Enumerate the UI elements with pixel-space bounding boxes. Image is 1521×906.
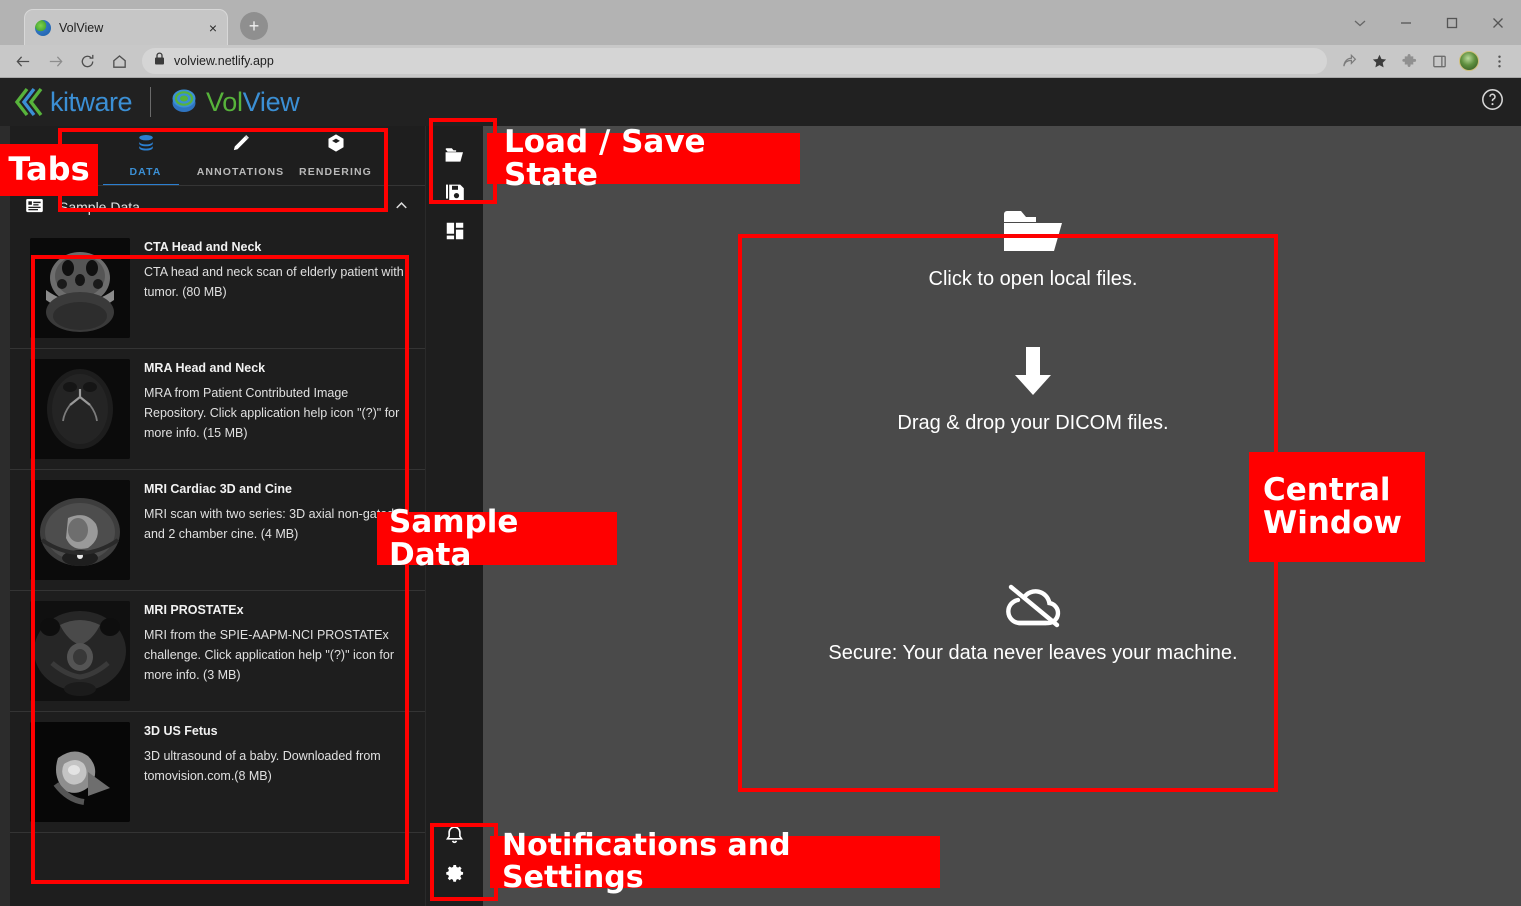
sample-description: MRI from the SPIE-AAPM-NCI PROSTATEx cha… xyxy=(144,628,394,682)
open-local-files-action[interactable]: Click to open local files. xyxy=(928,205,1138,291)
close-window-icon[interactable] xyxy=(1475,0,1521,45)
panel-edge-strip xyxy=(0,126,10,906)
browser-titlebar: VolView × + xyxy=(0,0,1521,45)
chevron-up-icon[interactable] xyxy=(392,196,411,218)
lock-icon xyxy=(154,52,165,70)
database-icon xyxy=(135,132,157,159)
list-item[interactable]: MRA Head and Neck MRA from Patient Contr… xyxy=(10,349,425,470)
mri-prostate-axial-thumbnail xyxy=(30,601,130,701)
browser-toolbar: volview.netlify.app xyxy=(0,45,1521,78)
minimize-icon[interactable] xyxy=(1383,0,1429,45)
layout-grid-button[interactable] xyxy=(433,212,477,250)
forward-icon[interactable] xyxy=(40,47,70,75)
bookmark-star-icon[interactable] xyxy=(1365,47,1393,75)
annotation-label-load-save: Load / Save State xyxy=(487,125,800,191)
app-header: kitware VolView xyxy=(0,78,1521,126)
window-controls xyxy=(1337,0,1521,45)
annotation-label-tabs: Tabs xyxy=(0,144,98,196)
side-panel-icon[interactable] xyxy=(1425,47,1453,75)
sample-name: CTA Head and Neck xyxy=(144,240,262,254)
browser-tab-title: VolView xyxy=(59,20,104,35)
ct-head-axial-thumbnail xyxy=(30,238,130,338)
save-state-button[interactable] xyxy=(433,174,477,212)
sample-description: CTA head and neck scan of elderly patien… xyxy=(144,265,404,299)
browser-tab[interactable]: VolView × xyxy=(24,9,228,45)
sample-description: MRA from Patient Contributed Image Repos… xyxy=(144,386,400,440)
settings-button[interactable] xyxy=(433,854,477,892)
address-bar-url: volview.netlify.app xyxy=(174,54,274,68)
volview-wordmark-vol: Vol xyxy=(206,86,243,117)
secure-text: Secure: Your data never leaves your mach… xyxy=(828,642,1238,664)
annotation-label-central-window-text: Central Window xyxy=(1263,472,1403,541)
cloud-off-icon xyxy=(999,581,1067,634)
tab-data[interactable]: DATA xyxy=(98,132,193,186)
cube-icon xyxy=(325,132,347,159)
list-item[interactable]: MRI PROSTATEx MRI from the SPIE-AAPM-NCI… xyxy=(10,591,425,712)
sample-data-title: Sample Data xyxy=(59,199,140,215)
maximize-icon[interactable] xyxy=(1429,0,1475,45)
list-item[interactable]: 3D US Fetus 3D ultrasound of a baby. Dow… xyxy=(10,712,425,833)
kitware-logo: kitware xyxy=(14,86,133,118)
open-local-files-text: Click to open local files. xyxy=(928,268,1138,290)
sample-description: 3D ultrasound of a baby. Downloaded from… xyxy=(144,749,381,783)
volview-logo: VolView xyxy=(169,85,300,120)
tab-annotations-label: ANNOTATIONS xyxy=(196,166,285,178)
sample-name: 3D US Fetus xyxy=(144,724,218,738)
sample-data-list: CTA Head and Neck CTA head and neck scan… xyxy=(0,228,425,906)
open-folder-button[interactable] xyxy=(433,136,477,174)
drag-drop-action: Drag & drop your DICOM files. xyxy=(897,345,1169,435)
folder-open-large-icon xyxy=(1002,205,1064,262)
list-item[interactable]: CTA Head and Neck CTA head and neck scan… xyxy=(10,228,425,349)
help-circle-icon[interactable] xyxy=(1480,87,1505,117)
volview-favicon-icon xyxy=(35,19,51,36)
menu-kebab-icon[interactable] xyxy=(1485,47,1513,75)
volview-wordmark-view: View xyxy=(242,86,300,117)
chevron-down-icon[interactable] xyxy=(1337,0,1383,45)
annotation-label-central-window: Central Window xyxy=(1249,452,1425,562)
share-icon[interactable] xyxy=(1335,47,1363,75)
notifications-button[interactable] xyxy=(433,816,477,854)
list-icon xyxy=(24,195,45,219)
drag-drop-text: Drag & drop your DICOM files. xyxy=(897,412,1169,434)
us-fetus-thumbnail xyxy=(30,722,130,822)
tab-rendering-label: RENDERING xyxy=(299,166,372,178)
sample-name: MRI PROSTATEx xyxy=(144,603,244,617)
kitware-wordmark: kitware xyxy=(50,86,133,117)
address-bar[interactable]: volview.netlify.app xyxy=(142,48,1327,74)
reload-icon[interactable] xyxy=(72,47,102,75)
pencil-icon xyxy=(230,132,252,159)
kitware-chevrons-icon xyxy=(14,87,48,117)
sample-name: MRI Cardiac 3D and Cine xyxy=(144,482,292,496)
browser-tab-strip: VolView × + xyxy=(0,0,268,45)
sample-name: MRA Head and Neck xyxy=(144,361,266,375)
annotation-label-notifications-settings: Notifications and Settings xyxy=(490,830,940,893)
left-panel: DATA ANNOTATIONS RENDERING Sample Data C… xyxy=(0,126,425,906)
annotation-label-sample-data: Sample Data xyxy=(377,505,617,571)
tab-annotations[interactable]: ANNOTATIONS xyxy=(193,132,288,186)
logo-divider xyxy=(150,87,152,117)
secure-notice: Secure: Your data never leaves your mach… xyxy=(828,581,1238,665)
mra-brain-axial-thumbnail xyxy=(30,359,130,459)
home-icon[interactable] xyxy=(104,47,134,75)
mri-cardiac-axial-thumbnail xyxy=(30,480,130,580)
list-item[interactable]: MRI Cardiac 3D and Cine MRI scan with tw… xyxy=(10,470,425,591)
close-tab-icon[interactable]: × xyxy=(209,21,217,35)
tab-data-label: DATA xyxy=(129,166,162,178)
sample-description: MRI scan with two series: 3D axial non-g… xyxy=(144,507,395,541)
extensions-puzzle-icon[interactable] xyxy=(1395,47,1423,75)
volview-mark-icon xyxy=(169,85,199,120)
file-dropzone[interactable]: Click to open local files. Drag & drop y… xyxy=(763,133,1303,689)
profile-avatar[interactable] xyxy=(1455,47,1483,75)
new-tab-button[interactable]: + xyxy=(240,12,268,40)
back-icon[interactable] xyxy=(8,47,38,75)
tab-rendering[interactable]: RENDERING xyxy=(288,132,383,186)
arrow-down-icon xyxy=(1010,345,1056,402)
